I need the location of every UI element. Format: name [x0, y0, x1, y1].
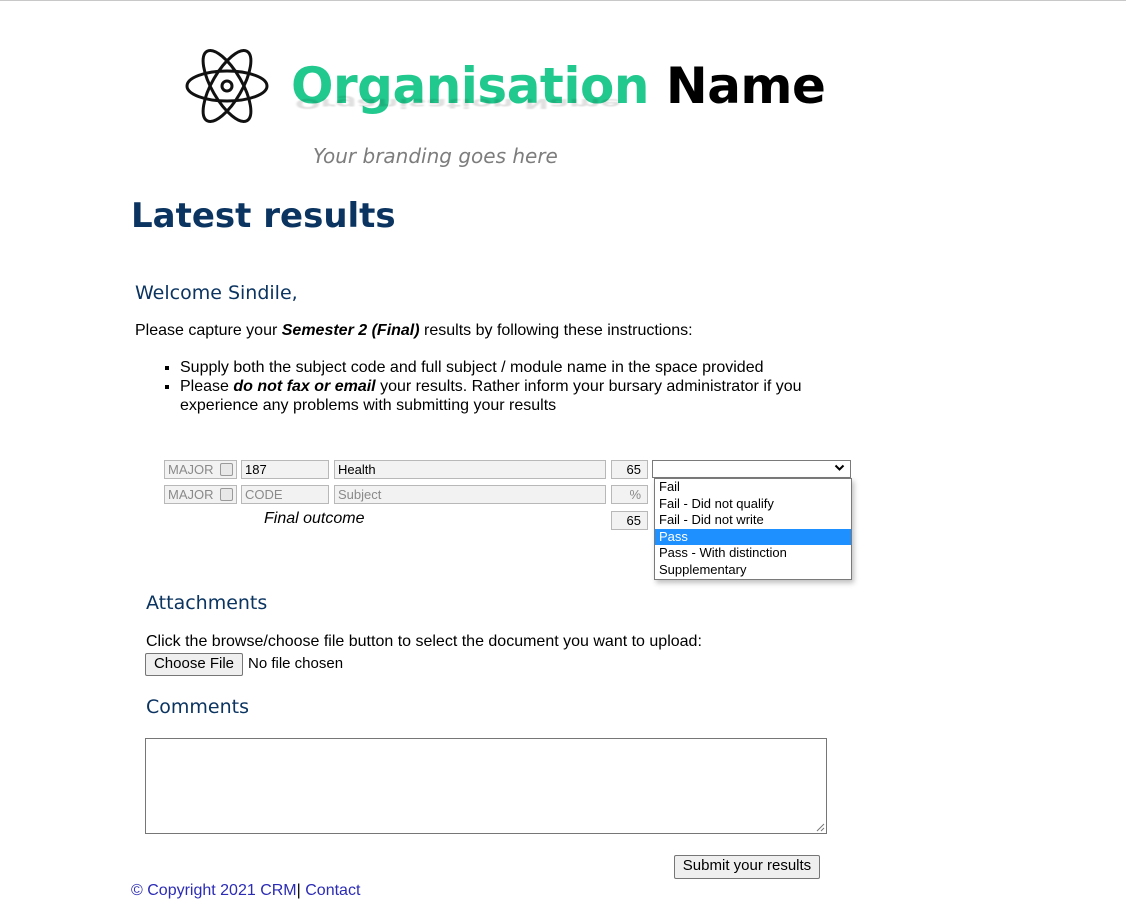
logo-reflection: Organisation Name	[295, 95, 621, 112]
attachments-heading: Attachments	[146, 592, 268, 614]
footer-separator: |	[296, 882, 301, 899]
mark-input[interactable]: 65	[611, 460, 648, 479]
subject-code-input[interactable]: 187	[241, 460, 329, 479]
submit-results-button[interactable]: Submit your results	[674, 855, 820, 879]
major-checkbox[interactable]	[220, 463, 233, 476]
resize-handle-icon[interactable]	[815, 822, 825, 832]
instruction-list: Supply both the subject code and full su…	[135, 358, 840, 415]
outcome-dropdown-list: Fail Fail - Did not qualify Fail - Did n…	[654, 478, 852, 580]
final-outcome-label: Final outcome	[264, 510, 365, 527]
atom-icon	[185, 49, 269, 123]
instructions-text: Please capture your Semester 2 (Final) r…	[135, 322, 693, 339]
top-border	[0, 0, 1126, 1]
final-outcome-value: 65	[611, 511, 648, 530]
list-item: Supply both the subject code and full su…	[180, 358, 840, 377]
branding-tagline: Your branding goes here	[313, 144, 558, 168]
footer: © Copyright 2021 CRM| Contact	[131, 882, 360, 900]
attachments-instructions: Click the browse/choose file button to s…	[146, 633, 702, 650]
dropdown-option[interactable]: Fail	[655, 479, 851, 496]
subject-name-input[interactable]: Health	[334, 460, 606, 479]
dropdown-option-highlighted[interactable]: Pass	[655, 528, 851, 546]
chevron-down-icon	[834, 462, 845, 476]
list-item: Please do not fax or email your results.…	[180, 377, 840, 415]
dropdown-option[interactable]: Fail - Did not qualify	[655, 496, 851, 513]
copyright-text: © Copyright 2021 CRM	[131, 882, 297, 899]
outcome-select[interactable]	[652, 460, 851, 478]
welcome-message: Welcome Sindile,	[135, 282, 298, 304]
file-status: No file chosen	[248, 655, 344, 672]
mark-input[interactable]: %	[611, 485, 648, 504]
comments-textarea[interactable]	[145, 738, 827, 834]
dropdown-option[interactable]: Supplementary	[655, 562, 851, 579]
subject-name-input[interactable]: Subject	[334, 485, 606, 504]
page-title: Latest results	[131, 196, 396, 236]
major-checkbox[interactable]	[220, 488, 233, 501]
subject-code-input[interactable]: CODE	[241, 485, 329, 504]
organisation-logo: Organisation Name Organisation Name Your…	[183, 40, 826, 175]
choose-file-button[interactable]: Choose File	[145, 653, 243, 676]
subject-type-field[interactable]: MAJOR	[164, 485, 237, 504]
subject-type-field[interactable]: MAJOR	[164, 460, 237, 479]
dropdown-option[interactable]: Pass - With distinction	[655, 545, 851, 562]
comments-heading: Comments	[146, 696, 249, 718]
dropdown-option[interactable]: Fail - Did not write	[655, 512, 851, 529]
contact-link[interactable]: Contact	[305, 882, 360, 899]
